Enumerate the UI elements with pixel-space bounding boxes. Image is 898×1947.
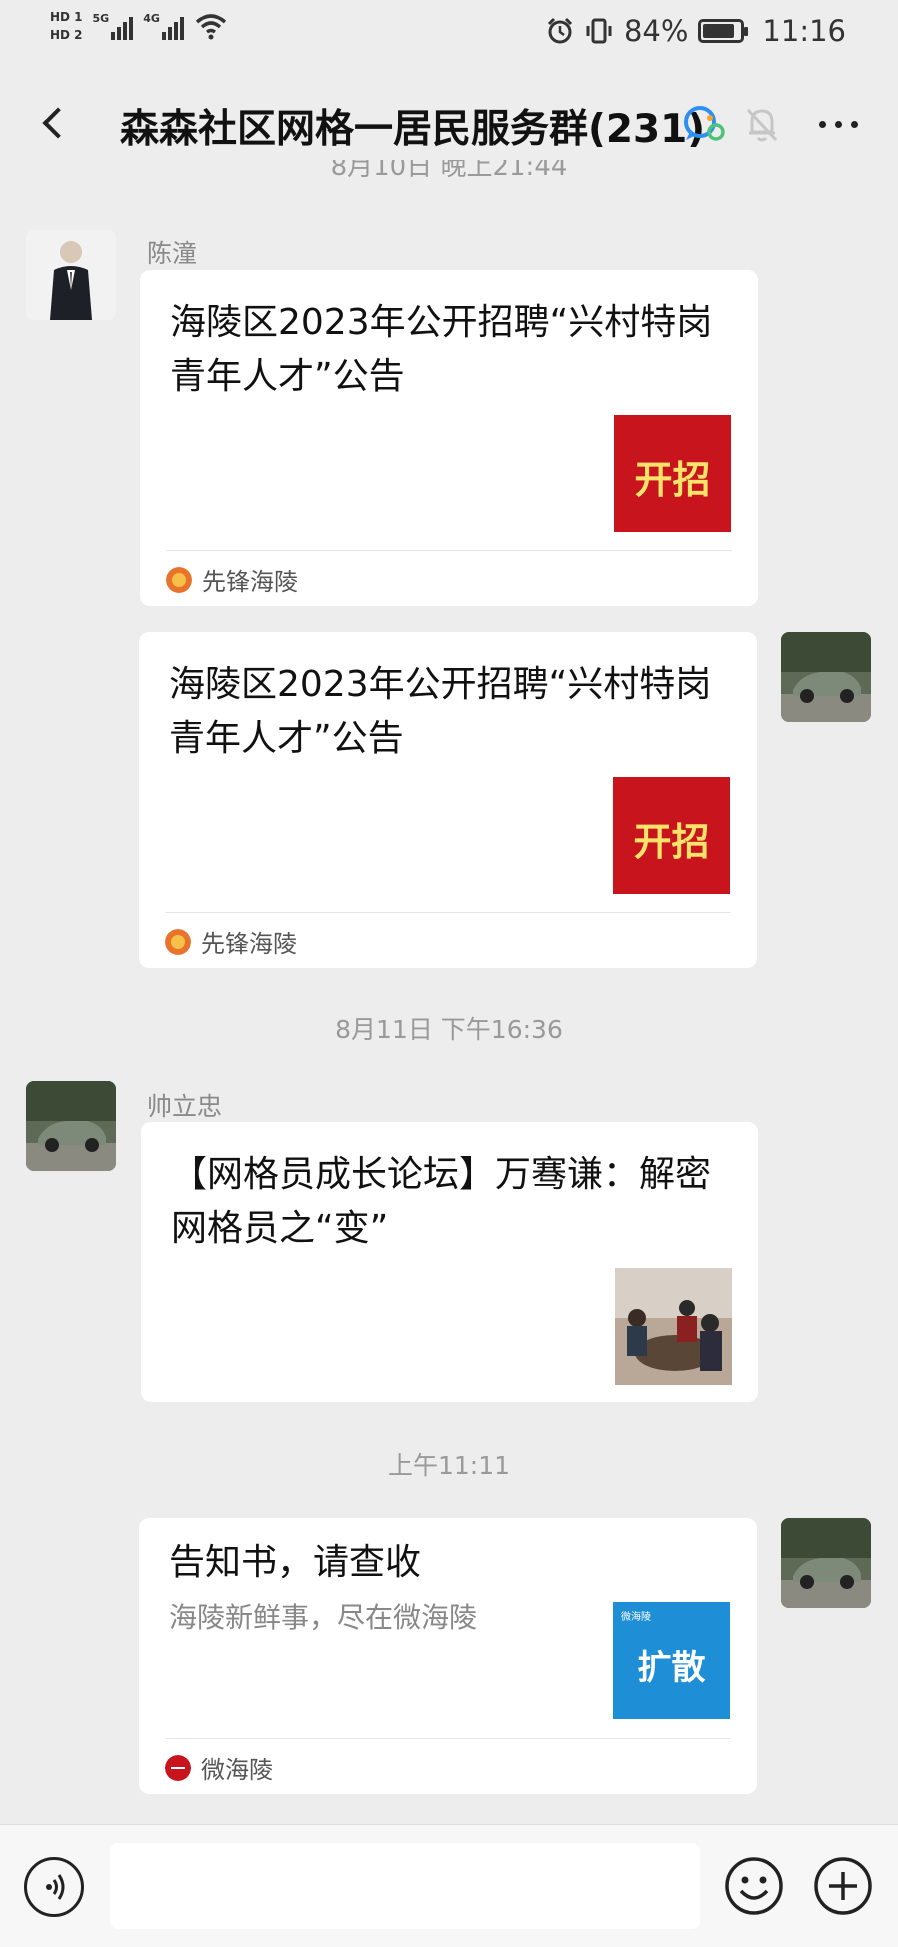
plus-button-icon[interactable] xyxy=(812,1855,874,1917)
card-source: 先锋海陵 xyxy=(166,562,298,597)
sim2-label: HD 2 xyxy=(50,28,83,42)
sender-name: 陈潼 xyxy=(147,239,198,268)
emoji-button-icon[interactable] xyxy=(723,1855,785,1917)
card-title: 告知书，请查收 xyxy=(169,1542,422,1583)
alarm-icon xyxy=(547,17,573,44)
message-input[interactable] xyxy=(110,1843,700,1929)
card-thumbnail: 开招 xyxy=(614,415,731,532)
avatar-self[interactable] xyxy=(781,1518,871,1608)
clock: 11:16 xyxy=(762,14,846,48)
chat-title: 森森社区网格一居民服务群(231) xyxy=(120,107,706,152)
card-title: 海陵区2023年公开招聘“兴村特岗青年人才”公告 xyxy=(170,302,713,397)
thumb-text: 开招 xyxy=(634,458,711,502)
card-source: 先锋海陵 xyxy=(165,924,297,959)
source-logo-icon xyxy=(166,566,192,593)
voice-input-button[interactable] xyxy=(24,1857,84,1917)
signal-icon-1: 5G xyxy=(93,12,134,40)
card-title: 海陵区2023年公开招聘“兴村特岗青年人才”公告 xyxy=(169,664,712,759)
source-logo-icon xyxy=(165,928,191,955)
chevron-left-icon xyxy=(42,107,74,139)
vibrate-icon xyxy=(586,18,612,44)
sim1-label: HD 1 xyxy=(50,10,83,24)
link-card[interactable]: 海陵区2023年公开招聘“兴村特岗青年人才”公告 开招 先锋海陵 xyxy=(139,632,757,968)
avatar-self[interactable] xyxy=(781,632,871,722)
chat-header: 森森社区网格一居民服务群(231) xyxy=(0,78,898,166)
link-card[interactable]: 告知书，请查收 海陵新鲜事，尽在微海陵 微海陵 扩散 微海陵 xyxy=(139,1518,757,1794)
card-divider xyxy=(165,1738,731,1739)
timestamp: 8月11日 下午16:36 xyxy=(335,1015,563,1044)
input-bar xyxy=(0,1824,898,1947)
card-subtitle: 海陵新鲜事，尽在微海陵 xyxy=(169,1601,478,1634)
back-button[interactable] xyxy=(28,98,78,148)
card-source: 微海陵 xyxy=(165,1750,273,1785)
card-thumbnail-photo xyxy=(615,1268,732,1385)
card-title: 【网格员成长论坛】万骞谦：解密网格员之“变” xyxy=(171,1154,712,1249)
link-card[interactable]: 海陵区2023年公开招聘“兴村特岗青年人才”公告 开招 先锋海陵 xyxy=(140,270,758,606)
avatar-shuai[interactable] xyxy=(26,1081,116,1171)
card-divider xyxy=(165,912,731,913)
timestamp: 上午11:11 xyxy=(387,1451,511,1480)
source-logo-icon xyxy=(165,1754,191,1781)
card-thumbnail: 开招 xyxy=(613,777,730,894)
signal-icon-2: 4G xyxy=(143,12,184,40)
card-divider xyxy=(166,550,732,551)
thumb-text: 扩散 xyxy=(637,1648,706,1688)
group-chat-bubbles-icon[interactable] xyxy=(680,102,730,146)
thumb-text: 开招 xyxy=(633,820,710,864)
timestamp-cut: 8月10日 晚上21:44 xyxy=(330,160,568,182)
sender-name: 帅立忠 xyxy=(147,1092,223,1121)
battery-icon xyxy=(698,19,749,43)
voice-icon xyxy=(46,1874,65,1900)
avatar-chen[interactable] xyxy=(26,230,116,320)
muted-bell-icon xyxy=(746,108,778,142)
link-card[interactable]: 【网格员成长论坛】万骞谦：解密网格员之“变” xyxy=(141,1122,758,1402)
card-thumbnail: 微海陵 扩散 xyxy=(613,1602,730,1719)
battery-percent: 84% xyxy=(623,14,689,48)
more-options-button[interactable] xyxy=(808,102,868,146)
status-bar: HD 1 HD 2 5G 4G 84% 11:16 xyxy=(0,0,898,68)
thumb-small-label: 微海陵 xyxy=(621,1612,651,1623)
wifi-icon xyxy=(195,14,227,40)
